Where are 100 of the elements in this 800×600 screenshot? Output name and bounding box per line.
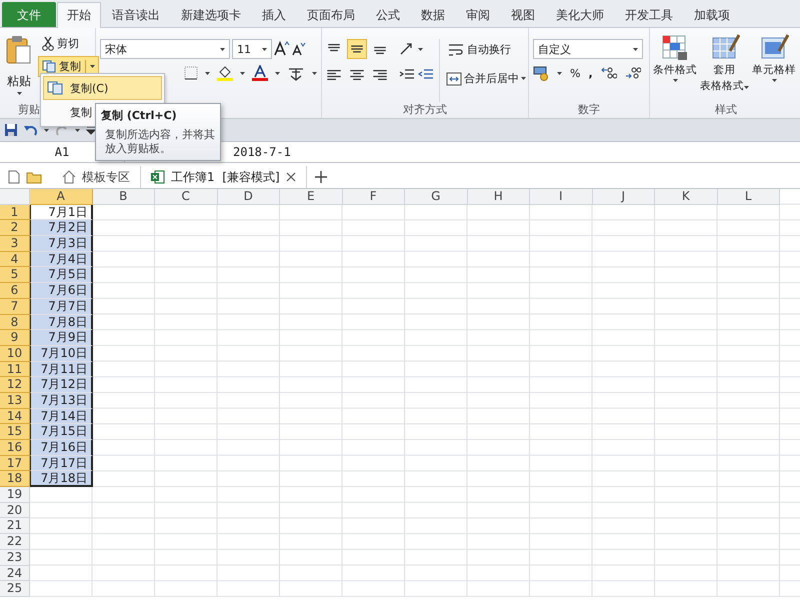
caret-icon	[633, 48, 638, 50]
row-header[interactable]: 12	[0, 377, 30, 393]
percent-button[interactable]: %	[570, 66, 580, 80]
column-header[interactable]: H	[468, 189, 530, 205]
font-name-field[interactable]: 宋体	[100, 39, 230, 59]
caret-icon	[312, 72, 317, 74]
wrap-text-button[interactable]: 自动换行	[444, 39, 528, 60]
currency-icon[interactable]	[533, 65, 549, 81]
row-header[interactable]: 2	[0, 220, 30, 236]
ribbon-tab[interactable]: 开始	[57, 2, 101, 28]
row-header[interactable]: 15	[0, 424, 30, 440]
style-button[interactable]: 套用 表格格式	[699, 31, 750, 102]
ribbon-tab[interactable]: 美化大师	[546, 2, 614, 27]
grow-font-icon[interactable]	[274, 41, 290, 57]
column-header[interactable]: K	[655, 189, 718, 205]
row-header[interactable]: 1	[0, 204, 30, 220]
save-icon[interactable]	[4, 123, 18, 137]
row-header[interactable]: 11	[0, 362, 30, 378]
cut-button[interactable]: 剪切	[38, 33, 99, 54]
row-header[interactable]: 9	[0, 330, 30, 346]
ribbon-tab[interactable]: 审阅	[456, 2, 500, 27]
column-header[interactable]: A	[30, 189, 92, 205]
fill-color-icon[interactable]	[217, 65, 233, 81]
file-tab[interactable]: 文件	[2, 2, 56, 27]
align-lines-icon	[350, 70, 364, 80]
table-cell: 7月10日	[30, 346, 92, 362]
paste-button[interactable]: 粘贴	[4, 31, 34, 102]
comma-button[interactable]: ,	[588, 66, 593, 80]
merge-center-button[interactable]: 合并后居中	[444, 68, 528, 89]
table-cell: 7月2日	[30, 220, 92, 236]
row-header[interactable]: 14	[0, 408, 30, 424]
border-icon[interactable]	[184, 66, 198, 80]
plus-icon[interactable]	[314, 171, 327, 183]
row-header[interactable]: 25	[0, 581, 30, 597]
undo-icon[interactable]	[24, 123, 38, 137]
increase-decimal-icon[interactable]	[600, 66, 617, 80]
row-header[interactable]: 19	[0, 487, 30, 503]
number-format-field[interactable]: 自定义	[533, 39, 643, 59]
row-header[interactable]: 16	[0, 440, 30, 456]
font-size-field[interactable]: 11	[232, 39, 272, 59]
table-cell: 7月13日	[30, 392, 92, 409]
align-button[interactable]	[347, 39, 367, 59]
ribbon-tab[interactable]: 插入	[252, 2, 296, 27]
row-header[interactable]: 17	[0, 456, 30, 472]
row-header[interactable]: 6	[0, 283, 30, 299]
align-lines-icon	[328, 44, 340, 54]
formula-field[interactable]: 2018-7-1	[233, 142, 291, 162]
folder-icon[interactable]	[26, 170, 42, 184]
row-header[interactable]: 18	[0, 471, 30, 488]
column-header[interactable]: C	[155, 189, 218, 205]
column-header[interactable]: B	[92, 189, 155, 205]
grid-brush-icon	[759, 33, 789, 61]
row-header[interactable]: 10	[0, 346, 30, 362]
column-header[interactable]: D	[218, 189, 280, 205]
table-cell: 7月16日	[30, 440, 92, 456]
group-label: 样式	[715, 103, 737, 116]
close-icon[interactable]	[286, 172, 296, 182]
ribbon-tab[interactable]: 新建选项卡	[171, 2, 251, 27]
column-header[interactable]: E	[280, 189, 342, 205]
style-button[interactable]: 条件格式	[652, 31, 698, 102]
column-header[interactable]: G	[405, 189, 468, 205]
colored-grid-icon	[660, 33, 690, 61]
ribbon-tab[interactable]: 加载项	[684, 2, 740, 27]
column-header[interactable]: J	[592, 189, 655, 205]
row-header[interactable]: 24	[0, 566, 30, 582]
column-header[interactable]: I	[530, 189, 592, 205]
column-header[interactable]: L	[718, 189, 780, 205]
ribbon-tab[interactable]: 开发工具	[615, 2, 683, 27]
table-cell: 7月7日	[30, 298, 92, 314]
decrease-decimal-icon[interactable]	[624, 66, 641, 80]
align-lines-icon	[373, 70, 387, 80]
row-header[interactable]: 21	[0, 518, 30, 534]
table-cell: 7月11日	[30, 362, 92, 378]
shrink-font-icon[interactable]	[292, 41, 306, 57]
table-cell: 7月6日	[30, 283, 92, 299]
table-cell: 7月8日	[30, 314, 92, 330]
ribbon-tab[interactable]: 语音读出	[102, 2, 170, 27]
row-header[interactable]: 23	[0, 550, 30, 566]
row-header[interactable]: 7	[0, 298, 30, 314]
customize-toolbar-icon[interactable]	[86, 125, 96, 135]
row-header[interactable]: 20	[0, 502, 30, 518]
ribbon-tab[interactable]: 视图	[501, 2, 545, 27]
table-cell: 7月4日	[30, 252, 92, 268]
font-color-icon[interactable]	[252, 65, 268, 81]
row-header[interactable]: 13	[0, 392, 30, 409]
row-header[interactable]: 8	[0, 314, 30, 330]
row-header[interactable]: 4	[0, 252, 30, 268]
ribbon-tab[interactable]: 页面布局	[297, 2, 365, 27]
column-header[interactable]: F	[342, 189, 405, 205]
ribbon-tab[interactable]: 公式	[366, 2, 410, 27]
caret-icon	[772, 79, 776, 82]
menu-item[interactable]: 复制(C)	[43, 76, 162, 100]
new-file-icon[interactable]	[8, 170, 20, 184]
ribbon-tab[interactable]: 数据	[411, 2, 455, 27]
row-header[interactable]: 22	[0, 534, 30, 550]
grid-brush-icon	[710, 33, 740, 61]
style-button[interactable]: 单元格样	[751, 31, 797, 102]
row-header[interactable]: 3	[0, 236, 30, 252]
row-header[interactable]: 5	[0, 267, 30, 284]
table-cell: 7月3日	[30, 236, 92, 252]
